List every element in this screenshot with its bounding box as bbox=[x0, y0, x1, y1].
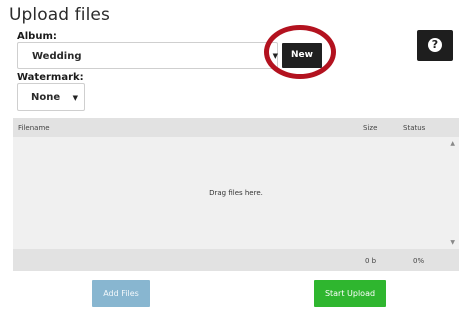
drop-hint-text: Drag files here. bbox=[209, 189, 263, 197]
column-status: Status bbox=[403, 124, 426, 132]
start-upload-button[interactable]: Start Upload bbox=[314, 280, 386, 307]
album-label: Album: bbox=[17, 31, 57, 42]
scroll-up-icon[interactable]: ▲ bbox=[450, 140, 455, 147]
column-size: Size bbox=[363, 124, 378, 132]
album-select[interactable]: Wedding ▼ bbox=[17, 42, 278, 69]
watermark-selected-value: None bbox=[31, 92, 61, 103]
add-files-button[interactable]: Add Files bbox=[92, 280, 150, 307]
file-drop-area[interactable]: ▲ Drag files here. ▼ bbox=[13, 137, 459, 249]
page-title: Upload files bbox=[9, 5, 110, 25]
total-size: 0 b bbox=[365, 257, 377, 265]
question-mark-icon: ? bbox=[428, 38, 442, 52]
upload-progress: 0% bbox=[413, 257, 425, 265]
scroll-down-icon[interactable]: ▼ bbox=[450, 239, 455, 246]
chevron-down-icon: ▼ bbox=[72, 94, 78, 102]
help-button[interactable]: ? bbox=[417, 30, 453, 61]
highlight-circle bbox=[264, 25, 336, 79]
watermark-label: Watermark: bbox=[17, 72, 84, 83]
file-table-header: Filename Size Status bbox=[13, 118, 459, 137]
watermark-select[interactable]: None ▼ bbox=[17, 83, 85, 111]
column-filename: Filename bbox=[18, 124, 50, 132]
album-selected-value: Wedding bbox=[32, 51, 82, 62]
file-table-footer: 0 b 0% bbox=[13, 249, 459, 271]
